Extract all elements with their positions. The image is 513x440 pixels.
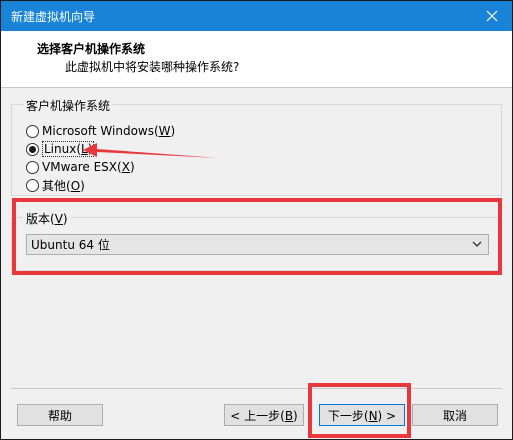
close-icon [486, 10, 498, 22]
page-subtitle: 此虚拟机中将安装哪种操作系统? [65, 60, 240, 74]
page-title: 选择客户机操作系统 [37, 42, 146, 56]
radio-selected-dot [29, 145, 36, 153]
radio-label: 其他(O) [42, 178, 85, 193]
close-button[interactable] [472, 1, 512, 31]
guest-os-group-label: 客户机操作系统 [23, 97, 114, 114]
window-title: 新建虚拟机向导 [11, 10, 96, 24]
help-button[interactable]: 帮助 [17, 404, 103, 426]
version-dropdown[interactable]: Ubuntu 64 位 [26, 234, 489, 255]
chevron-down-icon [472, 241, 482, 247]
version-selected-value: Ubuntu 64 位 [31, 238, 110, 252]
radio-label: Linux(L) [42, 141, 95, 157]
version-group-label: 版本(V) [23, 210, 71, 227]
radio-button[interactable] [26, 160, 39, 174]
title-bar[interactable]: 新建虚拟机向导 [1, 1, 512, 31]
radio-button-selected[interactable] [26, 142, 39, 156]
back-button[interactable]: < 上一步(B) [224, 404, 304, 426]
wizard-header: 选择客户机操作系统 此虚拟机中将安装哪种操作系统? [1, 31, 512, 88]
cancel-button[interactable]: 取消 [412, 404, 498, 426]
radio-label: Microsoft Windows(W) [42, 124, 176, 138]
radio-vmware-esx[interactable]: VMware ESX(X) [26, 159, 135, 175]
radio-linux[interactable]: Linux(L) [26, 141, 95, 157]
radio-label: VMware ESX(X) [42, 160, 135, 174]
radio-microsoft-windows[interactable]: Microsoft Windows(W) [26, 123, 175, 139]
new-vm-wizard-window: 新建虚拟机向导 选择客户机操作系统 此虚拟机中将安装哪种操作系统? 客户机操作系… [0, 0, 513, 440]
radio-button[interactable] [26, 178, 39, 192]
radio-button[interactable] [26, 124, 39, 138]
radio-other[interactable]: 其他(O) [26, 177, 85, 193]
footer-divider [11, 388, 502, 389]
next-button[interactable]: 下一步(N) > [319, 404, 405, 426]
